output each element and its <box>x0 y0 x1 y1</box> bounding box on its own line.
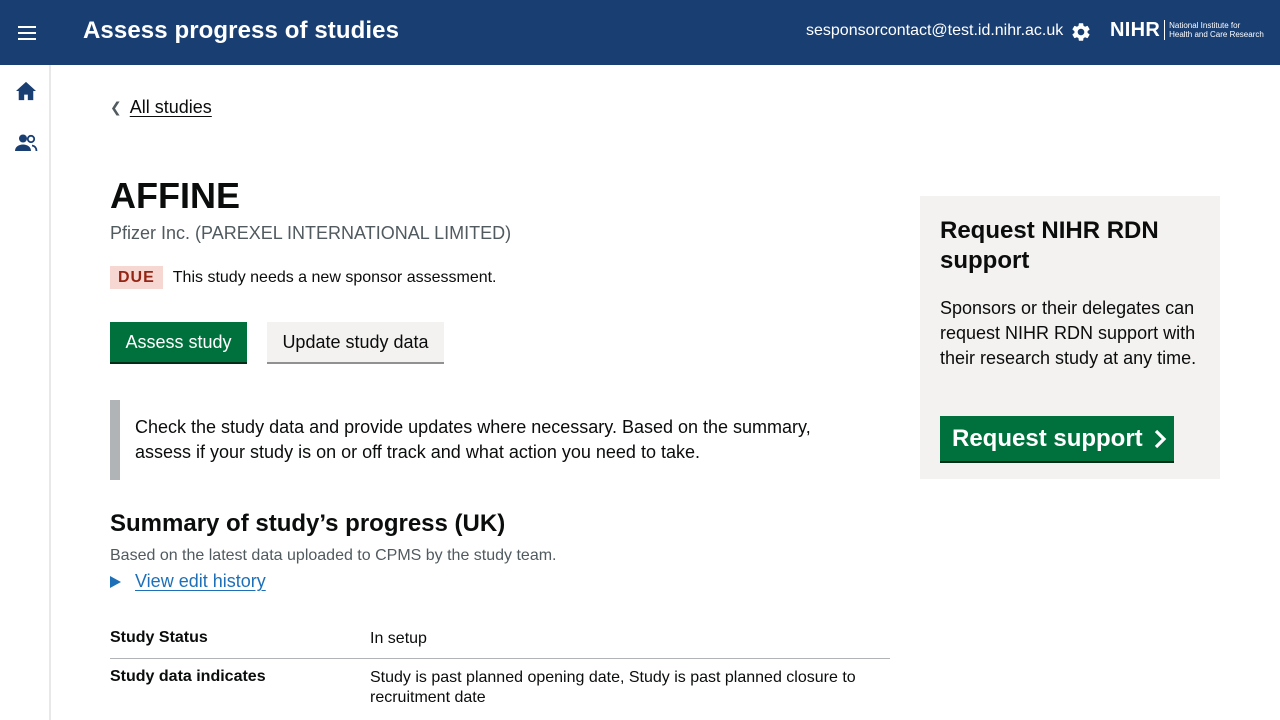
summary-list: Study Status In setup Study data indicat… <box>110 620 890 717</box>
summary-row-value: In setup <box>370 630 427 647</box>
status-text: This study needs a new sponsor assessmen… <box>172 268 497 286</box>
menu-button[interactable] <box>10 16 44 50</box>
logo-main-text: NIHR <box>1110 19 1161 41</box>
people-icon <box>15 134 38 152</box>
assessment-status: DUE This study needs a new sponsor asses… <box>110 266 497 289</box>
assess-study-button[interactable]: Assess study <box>110 322 247 362</box>
summary-subtext: Based on the latest data uploaded to CPM… <box>110 547 557 564</box>
panel-body: Sponsors or their delegates can request … <box>940 298 1197 368</box>
app-header: Assess progress of studies sesponsorcont… <box>0 0 1280 65</box>
back-link-all-studies[interactable]: ❮ All studies <box>110 97 212 118</box>
logo-divider <box>1164 20 1166 40</box>
chevron-left-icon: ❮ <box>110 99 122 115</box>
logo-sub-line1: National Institute for <box>1169 21 1241 30</box>
nihr-logo: NIHR National Institute for Health and C… <box>1110 19 1269 41</box>
home-icon <box>16 81 36 101</box>
logo-sub-text: National Institute for Health and Care R… <box>1169 21 1269 39</box>
nav-item-home[interactable] <box>13 78 39 104</box>
gear-icon <box>1072 23 1090 41</box>
inset-line2: assess if your study is on or off track … <box>135 442 700 462</box>
request-support-button[interactable]: Request support <box>940 416 1174 461</box>
view-edit-history-link[interactable]: View edit history <box>135 571 266 592</box>
chevron-right-icon <box>1153 429 1167 449</box>
request-support-panel: Request NIHR RDN support Sponsors or the… <box>920 196 1220 479</box>
summary-row: Study data indicates Study is past plann… <box>110 659 890 717</box>
side-nav <box>0 65 51 720</box>
request-support-label: Request support <box>952 424 1143 452</box>
settings-button[interactable] <box>1068 19 1094 45</box>
app-title: Assess progress of studies <box>83 17 400 44</box>
summary-row-key: Study data indicates <box>110 668 266 685</box>
hamburger-menu-icon <box>18 26 36 40</box>
nav-item-users[interactable] <box>13 130 39 156</box>
user-email: sesponsorcontact@test.id.nihr.ac.uk <box>806 22 1064 39</box>
study-sponsor: Pfizer Inc. (PAREXEL INTERNATIONAL LIMIT… <box>110 223 512 243</box>
triangle-right-icon <box>110 575 121 588</box>
update-study-data-button[interactable]: Update study data <box>267 322 444 362</box>
summary-row-value: Study is past planned opening date, Stud… <box>370 669 856 706</box>
status-badge: DUE <box>110 266 163 289</box>
study-title: AFFINE <box>110 175 240 216</box>
back-link-label: All studies <box>129 97 212 117</box>
summary-row: Study Status In setup <box>110 620 890 659</box>
summary-heading: Summary of study’s progress (UK) <box>110 510 506 537</box>
summary-row-key: Study Status <box>110 629 208 646</box>
panel-heading: Request NIHR RDN support <box>940 217 1159 274</box>
logo-sub-line2: Health and Care Research <box>1169 30 1264 39</box>
inset-line1: Check the study data and provide updates… <box>135 417 811 437</box>
inset-text: Check the study data and provide updates… <box>110 400 870 480</box>
view-edit-history-toggle[interactable]: View edit history <box>110 571 266 592</box>
